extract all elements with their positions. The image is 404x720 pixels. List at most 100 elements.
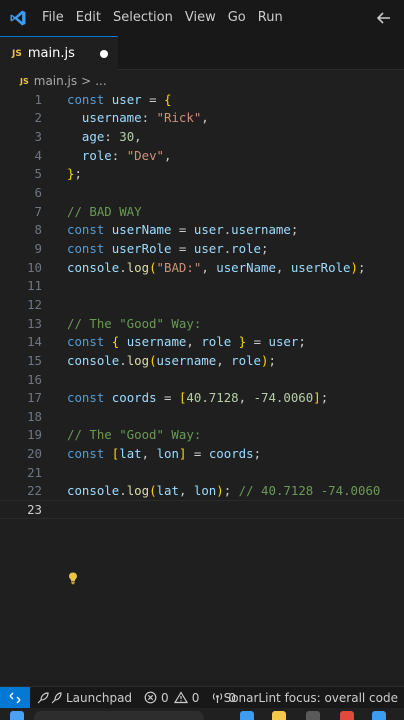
menu-item-run[interactable]: Run [252,0,289,36]
code-token: username [156,352,217,368]
sonarlint-focus-button[interactable]: SonarLint focus: overall code [224,687,398,709]
code-line[interactable]: 9 const userRole = user.role; [0,239,404,258]
code-text: // BAD WAY [67,204,142,219]
code-token: role [81,147,112,163]
back-arrow-icon[interactable] [374,8,394,28]
unsaved-changes-dot-icon[interactable] [100,50,108,58]
code-line[interactable]: 22 console.log(lat, lon); // 40.7128 -74.… [0,482,404,501]
line-number: 3 [34,129,42,145]
browser-icon[interactable] [340,711,354,720]
app-icon[interactable] [240,711,254,720]
code-text: // The "Good" Way: [67,427,201,442]
code-token: // The "Good" Way: [67,427,202,443]
code-text: const coords = [40.7128, -74.0060]; [67,390,328,405]
lightbulb-icon[interactable] [66,571,80,585]
code-token: = [171,240,194,256]
code-editor[interactable]: 1 const user = {2 username: "Rick", 3 age:… [0,90,404,686]
title-bar: File Edit Selection View Go Run [0,0,404,36]
code-line[interactable]: 8 const userName = user.username; [0,221,404,240]
code-token: console [67,352,120,368]
code-line[interactable]: 13 // The "Good" Way: [0,314,404,333]
code-line[interactable]: 14 const { username, role } = user; [0,332,404,351]
code-token: // BAD WAY [67,203,142,219]
line-number: 12 [27,296,42,312]
launchpad-button[interactable]: Launchpad [30,687,138,709]
code-line[interactable]: 10 console.log("BAD:", userName, userRole… [0,258,404,277]
menu-item-selection[interactable]: Selection [107,0,179,36]
code-line[interactable]: 23 [0,500,404,519]
code-token: const [67,446,105,462]
menu-item-go[interactable]: Go [222,0,252,36]
code-text: }; [67,166,82,181]
menu-item-file[interactable]: File [36,0,70,36]
code-token: lat [156,483,179,499]
rocket-icon [37,691,62,703]
code-line[interactable]: 11 [0,277,404,296]
code-token: role [231,240,262,256]
code-token: ; [358,259,366,275]
code-line[interactable]: 16 [0,370,404,389]
problems-button[interactable]: 0 0 [138,687,205,709]
code-line[interactable]: 3 age: 30, [0,127,404,146]
breadcrumb-more[interactable]: ... [95,74,106,88]
line-number: 15 [27,352,42,368]
remote-indicator-button[interactable] [0,686,30,709]
folder-icon[interactable] [272,711,286,720]
code-token: userRole [111,240,172,256]
breadcrumb-file[interactable]: main.js [34,74,77,88]
tab-main-js[interactable]: JS main.js [0,36,118,70]
code-line[interactable]: 15 console.log(username, role); [0,351,404,370]
menu-item-view[interactable]: View [179,0,222,36]
code-token: log [126,352,150,368]
code-line[interactable]: 12 [0,295,404,314]
line-number: 13 [27,315,42,331]
code-token: , [201,259,217,275]
code-token: const [67,222,105,238]
app-icon[interactable] [306,711,320,720]
code-token: ; [74,166,82,182]
line-number: 21 [27,464,42,480]
code-text: console.log("BAD:", userName, userRole); [67,260,365,275]
remote-icon [9,692,21,703]
code-line[interactable]: 19 // The "Good" Way: [0,426,404,445]
code-token: 40.7128 [186,390,239,406]
code-line[interactable]: 1 const user = { [0,90,404,109]
code-text: const userName = user.username; [67,222,298,237]
code-line[interactable]: 5}; [0,165,404,184]
code-line[interactable]: 21 [0,463,404,482]
code-line[interactable]: 7 // BAD WAY [0,202,404,221]
windows-start-icon[interactable] [10,711,24,720]
code-token: user [193,240,224,256]
code-token: const [67,91,105,107]
code-token: : [111,147,127,163]
taskbar-search-input[interactable] [34,711,204,720]
code-token: console [67,259,120,275]
code-text: username: "Rick", [67,110,209,125]
code-token: , [201,110,209,126]
menu-item-edit[interactable]: Edit [70,0,107,36]
vscode-taskbar-icon[interactable] [372,711,386,720]
code-token: . [119,352,127,368]
line-number: 16 [27,371,42,387]
code-line[interactable]: 4 role: "Dev", [0,146,404,165]
code-token: , [164,147,172,163]
code-line[interactable]: 6 [0,183,404,202]
code-token: userRole [290,259,351,275]
code-line[interactable]: 20 const [lat, lon] = coords; [0,444,404,463]
code-text: role: "Dev", [67,147,172,163]
code-line[interactable]: 18 [0,407,404,426]
code-line[interactable]: 17 const coords = [40.7128, -74.0060]; [0,388,404,407]
line-number: 17 [27,390,42,406]
code-token: username [231,222,291,238]
broadcast-icon [213,693,223,703]
error-count: 0 [161,690,169,705]
code-token: = [186,446,209,462]
code-line[interactable]: 2 username: "Rick", [0,109,404,128]
code-text: console.log(lat, lon); // 40.7128 -74.00… [67,483,380,498]
line-number: 10 [27,259,42,275]
